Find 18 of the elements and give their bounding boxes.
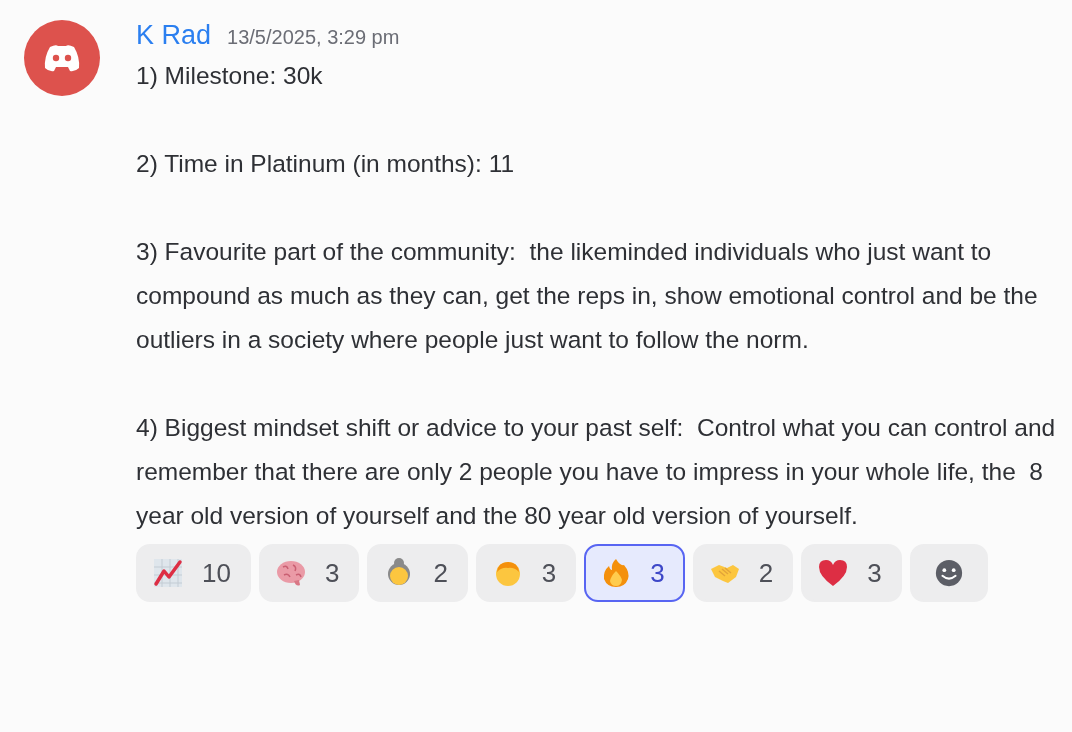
chart-icon	[152, 557, 184, 589]
controller-icon	[42, 43, 82, 73]
author-name[interactable]: K Rad	[136, 20, 212, 51]
reaction-button[interactable]: 2	[367, 544, 468, 602]
message-text: 4) Biggest mindset shift or advice to your past self: Control what you can control and remember that there are only 2 people you have to impress in your whole life, the 8 year old version of yourself and the 80 year old version of yourself.	[136, 413, 1056, 531]
heart-icon	[817, 557, 850, 589]
reaction-button[interactable]: 3	[801, 544, 902, 602]
message-text: 3) Favourite part of the community: the likeminded individuals who just want to compound as much as they can, get the reps in, show emotional control and be the outliers in a society where people just want to follow the norm.	[136, 237, 1039, 355]
reaction-button[interactable]: 10	[136, 544, 251, 602]
timestamp: 13/5/2025, 3:29 pm	[227, 26, 400, 49]
add-reaction-button[interactable]	[909, 544, 988, 602]
smiley-icon	[933, 558, 964, 588]
reaction-button[interactable]: 2	[692, 544, 794, 602]
message-text: 2) Time in Platinum (in months): 11	[136, 149, 516, 179]
message-text: 1) Milestone: 30k	[136, 61, 324, 91]
reaction-button[interactable]: 3	[258, 544, 360, 602]
reaction-button[interactable]: 3	[584, 544, 685, 602]
reaction-button[interactable]: 3	[475, 544, 577, 602]
